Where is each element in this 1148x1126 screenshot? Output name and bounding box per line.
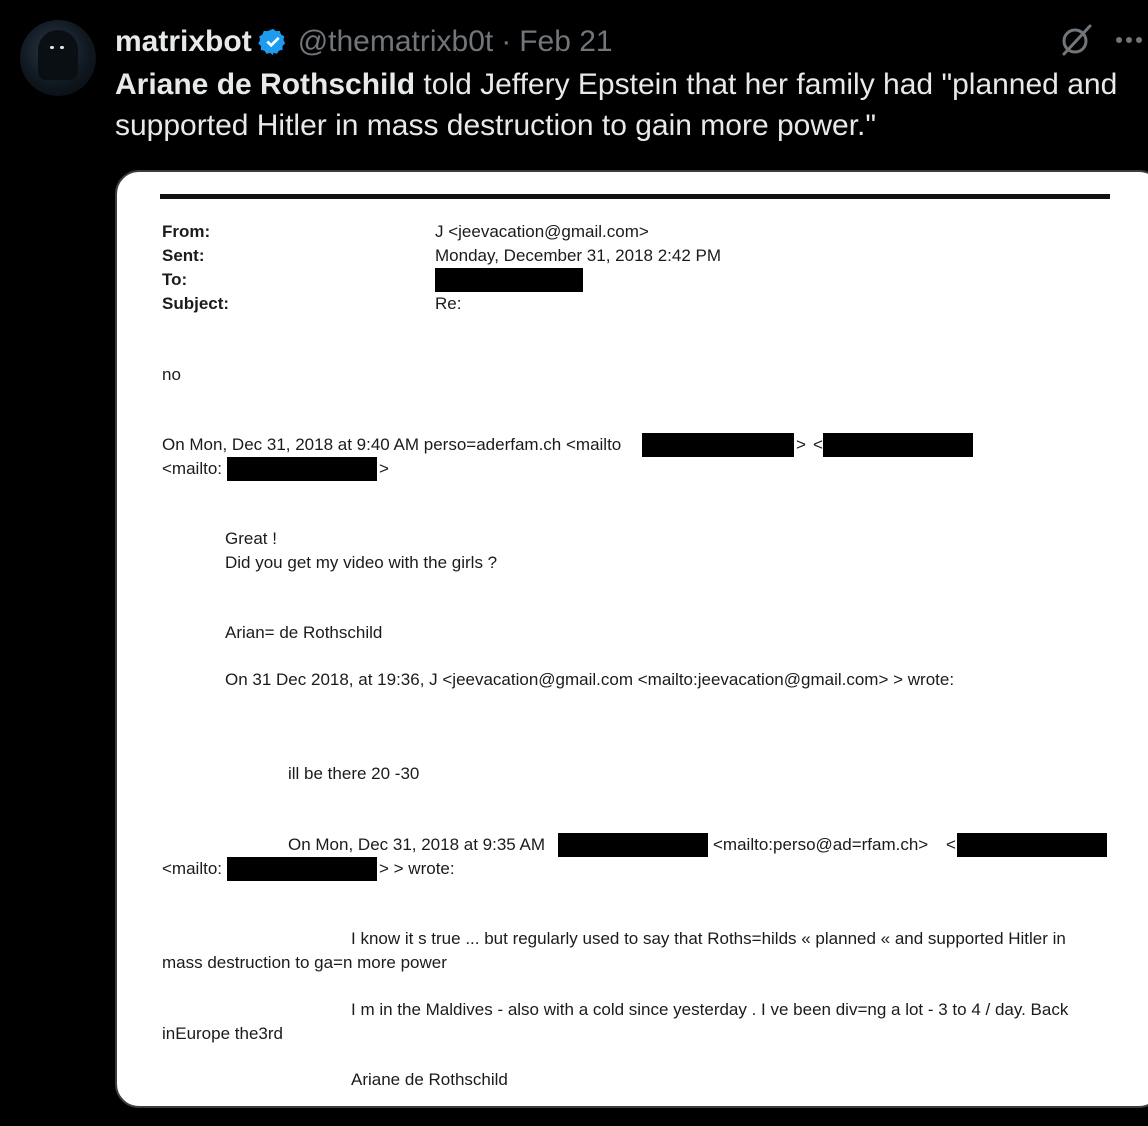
reply-text: no: [162, 365, 181, 384]
from-value: J <jeevacation@gmail.com>: [435, 222, 649, 241]
quote3-mailto: <mailto:perso@ad=rfam.ch>: [713, 835, 929, 854]
quote1-gt: >: [796, 435, 806, 454]
header-rule: [160, 194, 1110, 199]
attached-image[interactable]: From: Sent: To: Subject: J <jeevacation@…: [115, 170, 1148, 1108]
there-text: ill be there 20 -30: [288, 764, 420, 783]
redaction-q1-b: [823, 433, 973, 457]
quote1-line1: On Mon, Dec 31, 2018 at 9:40 AM perso=ad…: [162, 435, 622, 454]
more-icon[interactable]: [1114, 30, 1148, 50]
separator: ·: [501, 25, 512, 58]
to-label: To:: [162, 270, 188, 289]
signature-1: Arian= de Rothschild: [225, 623, 383, 642]
video-text: Did you get my video with the girls ?: [225, 553, 498, 572]
display-name[interactable]: matrixbot: [115, 25, 252, 59]
quote3-line1: On Mon, Dec 31, 2018 at 9:35 AM: [288, 835, 546, 854]
verified-badge-icon: [258, 28, 285, 56]
quote1-line2-end: >: [379, 459, 389, 478]
email-document: From: Sent: To: Subject: J <jeevacation@…: [117, 172, 1148, 1106]
avatar-eye-right: [60, 46, 64, 49]
quote1-lt: <: [813, 435, 823, 454]
quote1-line2: <mailto:: [162, 459, 222, 478]
avatar-hood: [38, 30, 78, 80]
avatar[interactable]: [20, 20, 96, 96]
redaction-q3-a: [558, 833, 708, 857]
signature-2: Ariane de Rothschild: [351, 1070, 508, 1089]
quote3-line2: <mailto:: [162, 859, 222, 878]
subject-label: Subject:: [162, 294, 230, 313]
redaction-q3-b: [957, 833, 1107, 857]
subject-value: Re:: [435, 294, 462, 313]
para2-line2: inEurope the3rd: [162, 1024, 283, 1043]
tweet-text-bold: Ariane de Rothschild: [115, 68, 416, 101]
handle[interactable]: @thematrixb0t: [298, 25, 494, 59]
tweet-header: matrixbot @thematrixb0t · Feb 21: [115, 22, 613, 62]
para2-line1: I m in the Maldives - also with a cold s…: [351, 1000, 1069, 1019]
avatar-eye-left: [50, 46, 54, 49]
tweet-text: Ariane de Rothschild told Jeffery Epstei…: [115, 64, 1145, 146]
para1-line1: I know it s true ... but regularly used …: [351, 929, 1066, 948]
quote3-wrote: > > wrote:: [379, 859, 455, 878]
para1-line2: mass destruction to ga=n more power: [162, 953, 447, 972]
redaction-q3-c: [227, 857, 377, 881]
quote2-line: On 31 Dec 2018, at 19:36, J <jeevacation…: [225, 670, 955, 689]
post-date[interactable]: Feb 21: [519, 25, 612, 59]
quote3-lt: <: [946, 835, 956, 854]
sent-value: Monday, December 31, 2018 2:42 PM: [435, 246, 722, 265]
from-label: From:: [162, 222, 211, 241]
redaction-q1-a: [642, 433, 794, 457]
redaction-q1-c: [227, 457, 377, 481]
great-text: Great !: [225, 529, 277, 548]
redaction-to: [435, 268, 583, 292]
sent-label: Sent:: [162, 246, 205, 265]
grok-icon[interactable]: [1058, 22, 1094, 58]
